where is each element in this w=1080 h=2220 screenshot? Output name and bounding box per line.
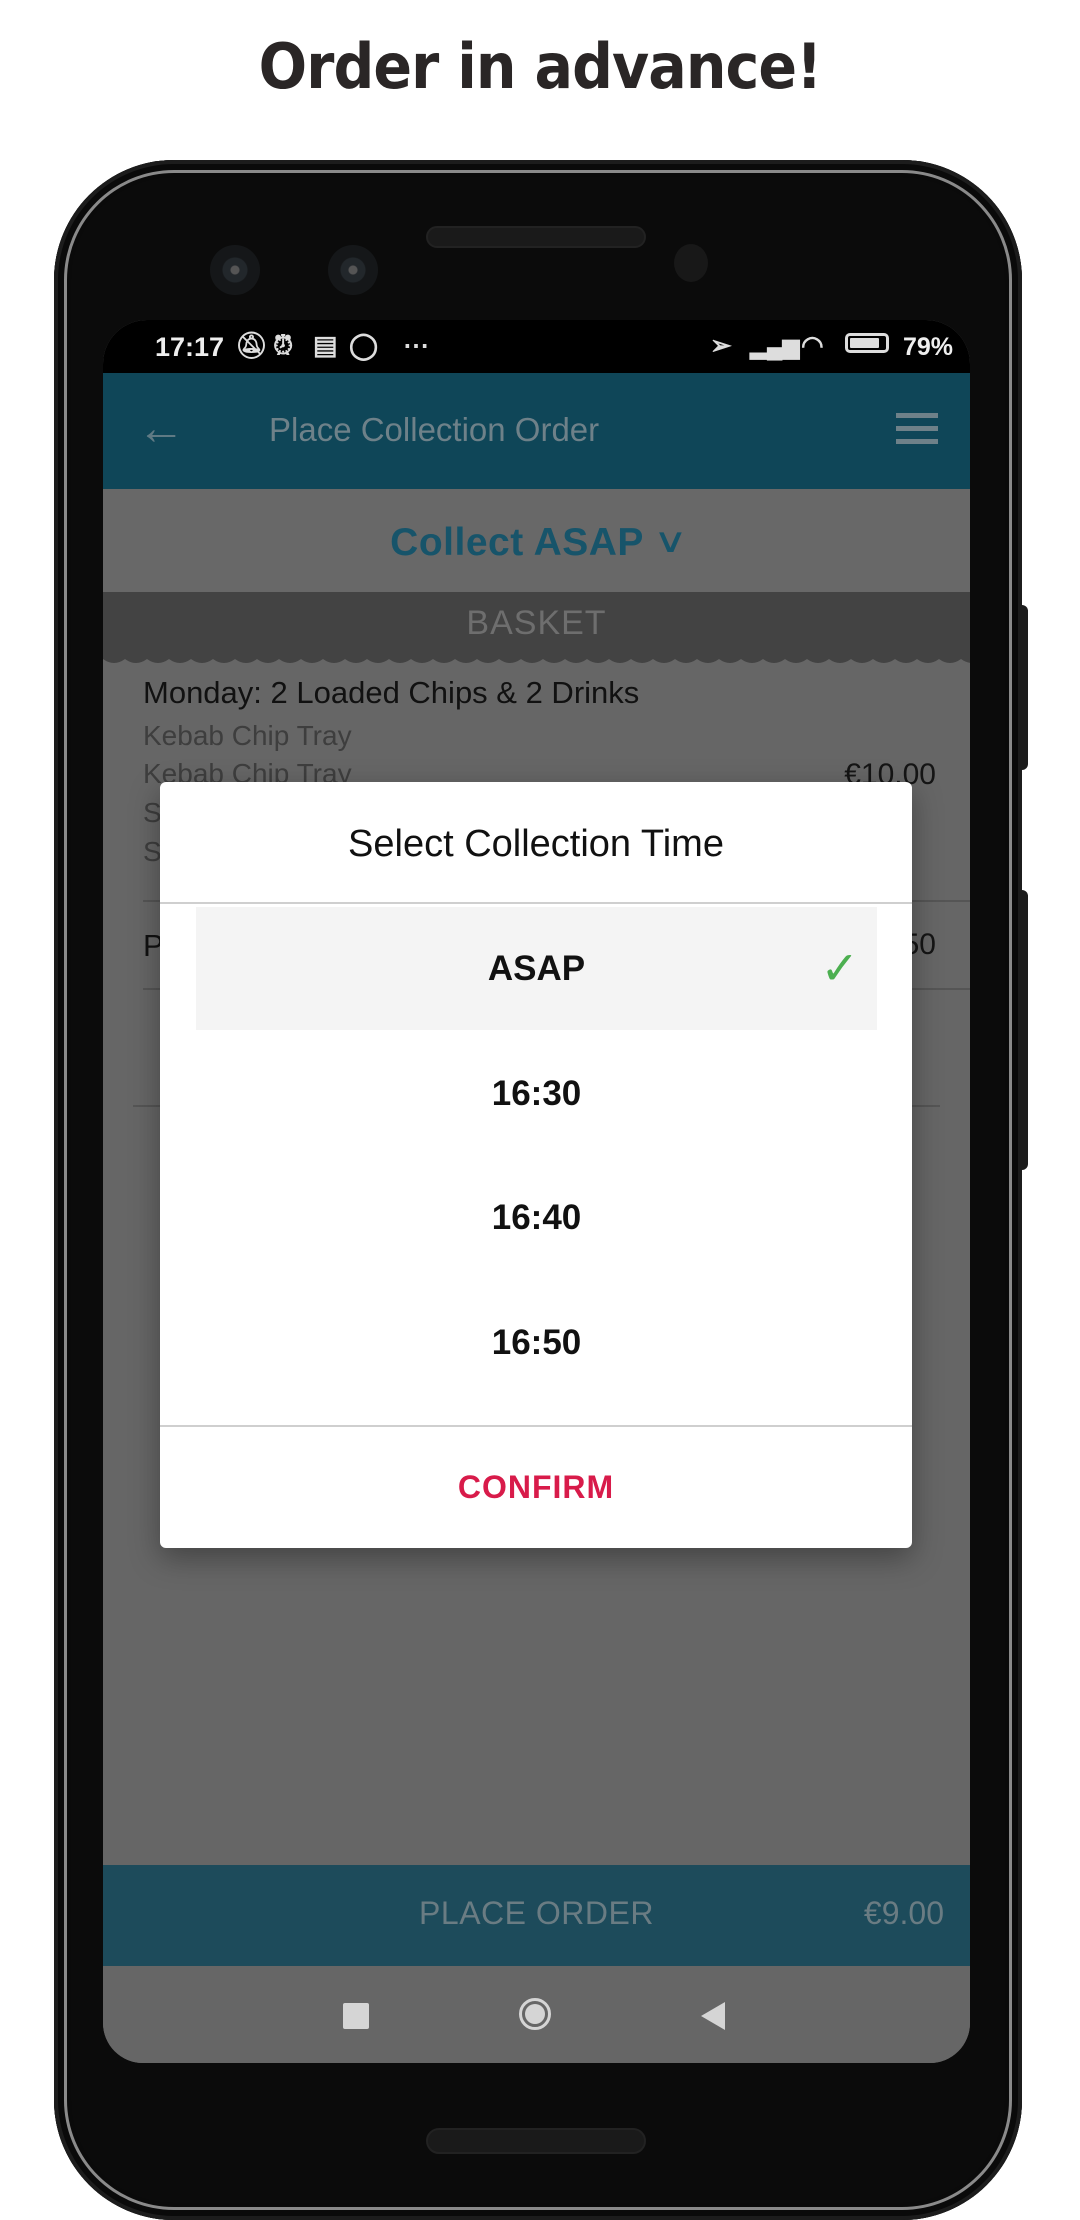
camera-lens-icon: [210, 245, 260, 295]
status-bar: 17:17 🔕︎ ⏰︎ ▤ ◯ ⋯ ➢ ▂▄▆ ◠ 79%: [103, 320, 970, 373]
app-bar: ← Place Collection Order: [103, 373, 970, 489]
time-option-label: ASAP: [487, 949, 586, 988]
whatsapp-icon: ◯: [349, 330, 379, 360]
checkmark-icon: ✓: [820, 942, 859, 994]
camera-lens-icon: [328, 245, 378, 295]
dialog-title: Select Collection Time: [348, 823, 724, 865]
signal-roaming-icon: ▂▄▆: [750, 334, 800, 359]
basket-item-title: Monday: 2 Loaded Chips & 2 Drinks: [143, 675, 640, 710]
recents-icon[interactable]: [343, 2003, 369, 2029]
basket-item-option: S: [143, 836, 162, 867]
collection-time-selector[interactable]: Collect ASAP ∨: [103, 489, 970, 592]
time-option-asap[interactable]: ASAP ✓: [196, 907, 877, 1030]
dialog-divider: [160, 902, 912, 904]
place-order-button[interactable]: PLACE ORDER €9.00: [103, 1865, 970, 1966]
wavy-divider: [103, 653, 970, 663]
back-triangle-icon[interactable]: [701, 2002, 725, 2030]
basket-item-option: Kebab Chip Tray: [143, 720, 352, 751]
page-headline: Order in advance!: [258, 30, 823, 103]
status-time: 17:17: [155, 332, 225, 362]
time-option-1630[interactable]: 16:30: [196, 1032, 877, 1155]
location-icon: ➢: [710, 330, 732, 360]
more-icon: ⋯: [403, 330, 429, 360]
collection-time-dialog: Select Collection Time ASAP ✓ 16:30 16:4…: [160, 782, 912, 1548]
basket-header: BASKET: [103, 592, 970, 655]
place-order-label: PLACE ORDER: [419, 1895, 654, 1931]
collect-label: Collect ASAP: [390, 521, 644, 564]
battery-icon: [845, 333, 889, 353]
time-option-label: 16:30: [491, 1074, 582, 1113]
time-option-1640[interactable]: 16:40: [196, 1156, 877, 1279]
wifi-icon: ◠: [801, 330, 824, 360]
proximity-sensor: [674, 244, 708, 282]
alarm-icon: ⏰︎: [273, 330, 294, 360]
confirm-button[interactable]: CONFIRM: [160, 1427, 912, 1548]
news-icon: ▤: [313, 330, 338, 360]
chevron-down-icon: ∨: [652, 522, 688, 560]
volume-button: [1020, 890, 1028, 1170]
basket-item-option: S: [143, 797, 162, 828]
power-button: [1020, 605, 1028, 770]
android-nav-bar: [103, 1966, 970, 2063]
back-arrow-icon[interactable]: ←: [137, 401, 185, 456]
battery-percent: 79%: [903, 333, 954, 361]
earpiece-speaker: [426, 226, 646, 248]
time-option-label: 16:50: [491, 1323, 582, 1362]
time-option-1650[interactable]: 16:50: [196, 1281, 877, 1404]
basket-title: BASKET: [466, 604, 607, 642]
order-total: €9.00: [863, 1895, 944, 1931]
page-title: Place Collection Order: [269, 411, 600, 448]
time-option-label: 16:40: [491, 1198, 582, 1237]
phone-screen: 17:17 🔕︎ ⏰︎ ▤ ◯ ⋯ ➢ ▂▄▆ ◠ 79% ← Place Co…: [103, 320, 970, 2063]
mute-icon: 🔕︎: [235, 330, 269, 360]
home-icon[interactable]: [519, 1998, 551, 2030]
bottom-speaker: [426, 2128, 646, 2154]
hamburger-menu-icon[interactable]: [896, 413, 938, 452]
